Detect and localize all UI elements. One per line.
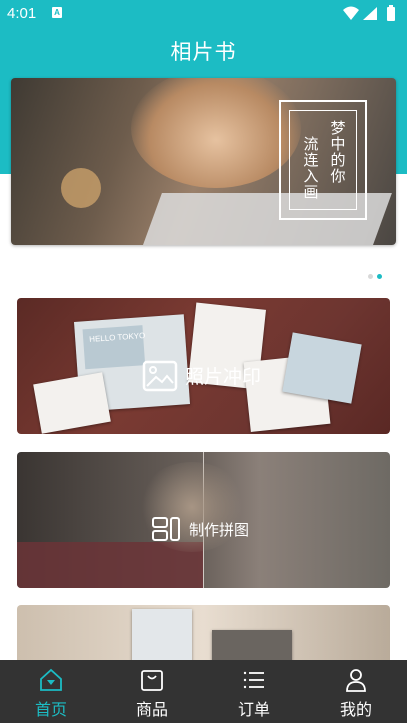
person-icon	[346, 669, 366, 692]
nav-profile[interactable]: 我的	[316, 660, 396, 723]
nav-home[interactable]: 首页	[11, 660, 91, 723]
card-photo	[282, 332, 362, 404]
home-icon	[40, 668, 62, 691]
card-label: 照片冲印	[185, 366, 262, 388]
card-photo	[132, 609, 192, 665]
nav-orders-label: 订单	[237, 700, 270, 719]
photo-print-card[interactable]: HELLO TOKYO 照片冲印	[17, 298, 390, 434]
poem-column-2: 流连入画	[303, 135, 319, 201]
status-bar: 4:01 A	[0, 0, 407, 28]
image-icon	[142, 360, 178, 392]
carousel-indicator	[364, 264, 382, 283]
collage-card[interactable]: 制作拼图	[17, 452, 390, 588]
carousel-dot[interactable]	[368, 274, 373, 279]
page-title: 相片书	[170, 40, 237, 64]
status-time: 4:01	[7, 5, 37, 22]
carousel-dot-active[interactable]	[377, 274, 382, 279]
notification-icon: A	[52, 7, 62, 18]
banner-poem-frame: 梦中的你 流连入画	[279, 100, 367, 220]
nav-products-label: 商品	[135, 700, 168, 719]
bag-icon	[141, 670, 163, 691]
collage-icon	[152, 517, 180, 541]
poem-column-1: 梦中的你	[330, 119, 346, 185]
nav-home-label: 首页	[34, 700, 67, 719]
nav-profile-label: 我的	[339, 700, 372, 719]
card-photo	[33, 372, 111, 434]
third-card[interactable]	[17, 605, 390, 665]
status-icons	[341, 4, 401, 24]
banner-photo-plant	[61, 168, 101, 208]
banner-carousel[interactable]: 梦中的你 流连入画	[11, 78, 396, 245]
banner-photo-subject	[131, 78, 301, 188]
card-label: 制作拼图	[189, 521, 250, 539]
list-icon	[243, 671, 264, 689]
wifi-signal-battery-icon	[343, 5, 395, 21]
bottom-navigation: 首页 商品 订单 我的	[0, 660, 407, 723]
nav-orders[interactable]: 订单	[214, 660, 294, 723]
nav-products[interactable]: 商品	[112, 660, 192, 723]
